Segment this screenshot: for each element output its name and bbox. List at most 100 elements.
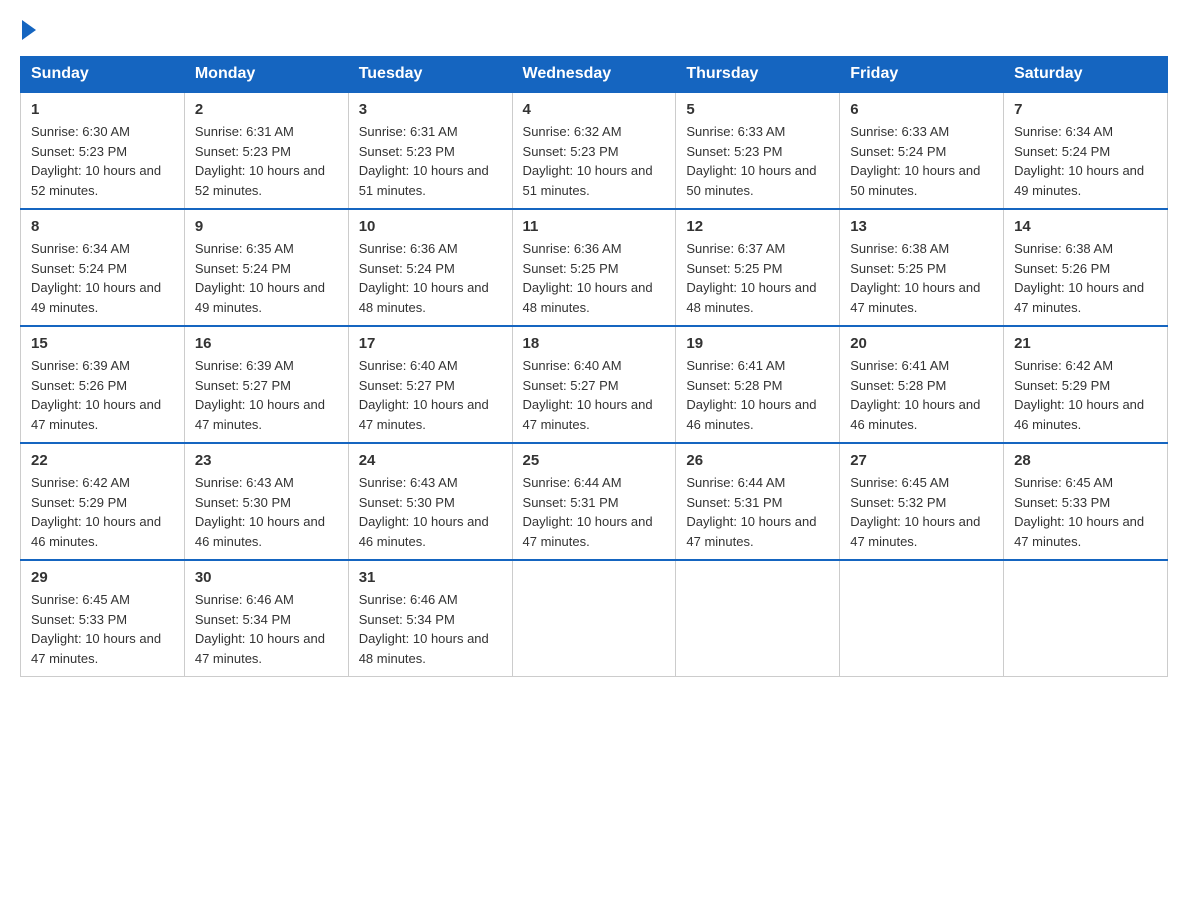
weekday-header-saturday: Saturday bbox=[1004, 57, 1168, 93]
day-number: 14 bbox=[1014, 218, 1157, 235]
day-info: Sunrise: 6:45 AM Sunset: 5:32 PM Dayligh… bbox=[850, 473, 993, 551]
calendar-cell bbox=[676, 560, 840, 677]
calendar-cell bbox=[1004, 560, 1168, 677]
weekday-header-row: SundayMondayTuesdayWednesdayThursdayFrid… bbox=[21, 57, 1168, 93]
calendar-cell bbox=[512, 560, 676, 677]
day-info: Sunrise: 6:43 AM Sunset: 5:30 PM Dayligh… bbox=[195, 473, 338, 551]
day-number: 20 bbox=[850, 335, 993, 352]
day-info: Sunrise: 6:31 AM Sunset: 5:23 PM Dayligh… bbox=[359, 122, 502, 200]
calendar-cell: 29 Sunrise: 6:45 AM Sunset: 5:33 PM Dayl… bbox=[21, 560, 185, 677]
calendar-cell: 2 Sunrise: 6:31 AM Sunset: 5:23 PM Dayli… bbox=[184, 92, 348, 209]
day-info: Sunrise: 6:32 AM Sunset: 5:23 PM Dayligh… bbox=[523, 122, 666, 200]
day-info: Sunrise: 6:44 AM Sunset: 5:31 PM Dayligh… bbox=[523, 473, 666, 551]
day-number: 4 bbox=[523, 101, 666, 118]
day-info: Sunrise: 6:46 AM Sunset: 5:34 PM Dayligh… bbox=[359, 590, 502, 668]
page-header bbox=[20, 20, 1168, 36]
weekday-header-thursday: Thursday bbox=[676, 57, 840, 93]
day-info: Sunrise: 6:36 AM Sunset: 5:25 PM Dayligh… bbox=[523, 239, 666, 317]
day-number: 2 bbox=[195, 101, 338, 118]
day-number: 21 bbox=[1014, 335, 1157, 352]
weekday-header-tuesday: Tuesday bbox=[348, 57, 512, 93]
logo-triangle-icon bbox=[22, 20, 36, 40]
day-info: Sunrise: 6:40 AM Sunset: 5:27 PM Dayligh… bbox=[359, 356, 502, 434]
day-number: 23 bbox=[195, 452, 338, 469]
day-info: Sunrise: 6:38 AM Sunset: 5:26 PM Dayligh… bbox=[1014, 239, 1157, 317]
day-number: 28 bbox=[1014, 452, 1157, 469]
calendar-cell: 23 Sunrise: 6:43 AM Sunset: 5:30 PM Dayl… bbox=[184, 443, 348, 560]
day-info: Sunrise: 6:33 AM Sunset: 5:24 PM Dayligh… bbox=[850, 122, 993, 200]
calendar-cell: 27 Sunrise: 6:45 AM Sunset: 5:32 PM Dayl… bbox=[840, 443, 1004, 560]
day-number: 24 bbox=[359, 452, 502, 469]
calendar-cell: 30 Sunrise: 6:46 AM Sunset: 5:34 PM Dayl… bbox=[184, 560, 348, 677]
day-info: Sunrise: 6:37 AM Sunset: 5:25 PM Dayligh… bbox=[686, 239, 829, 317]
day-info: Sunrise: 6:30 AM Sunset: 5:23 PM Dayligh… bbox=[31, 122, 174, 200]
day-info: Sunrise: 6:34 AM Sunset: 5:24 PM Dayligh… bbox=[1014, 122, 1157, 200]
calendar-cell: 28 Sunrise: 6:45 AM Sunset: 5:33 PM Dayl… bbox=[1004, 443, 1168, 560]
calendar-cell: 18 Sunrise: 6:40 AM Sunset: 5:27 PM Dayl… bbox=[512, 326, 676, 443]
logo bbox=[20, 20, 38, 36]
weekday-header-wednesday: Wednesday bbox=[512, 57, 676, 93]
day-number: 11 bbox=[523, 218, 666, 235]
day-number: 12 bbox=[686, 218, 829, 235]
day-info: Sunrise: 6:43 AM Sunset: 5:30 PM Dayligh… bbox=[359, 473, 502, 551]
day-info: Sunrise: 6:33 AM Sunset: 5:23 PM Dayligh… bbox=[686, 122, 829, 200]
day-number: 5 bbox=[686, 101, 829, 118]
calendar-cell: 5 Sunrise: 6:33 AM Sunset: 5:23 PM Dayli… bbox=[676, 92, 840, 209]
day-info: Sunrise: 6:41 AM Sunset: 5:28 PM Dayligh… bbox=[850, 356, 993, 434]
day-number: 15 bbox=[31, 335, 174, 352]
calendar-table: SundayMondayTuesdayWednesdayThursdayFrid… bbox=[20, 56, 1168, 677]
calendar-week-1: 1 Sunrise: 6:30 AM Sunset: 5:23 PM Dayli… bbox=[21, 92, 1168, 209]
calendar-cell bbox=[840, 560, 1004, 677]
calendar-cell: 14 Sunrise: 6:38 AM Sunset: 5:26 PM Dayl… bbox=[1004, 209, 1168, 326]
calendar-cell: 10 Sunrise: 6:36 AM Sunset: 5:24 PM Dayl… bbox=[348, 209, 512, 326]
day-number: 1 bbox=[31, 101, 174, 118]
calendar-week-3: 15 Sunrise: 6:39 AM Sunset: 5:26 PM Dayl… bbox=[21, 326, 1168, 443]
day-info: Sunrise: 6:45 AM Sunset: 5:33 PM Dayligh… bbox=[31, 590, 174, 668]
calendar-week-5: 29 Sunrise: 6:45 AM Sunset: 5:33 PM Dayl… bbox=[21, 560, 1168, 677]
day-number: 18 bbox=[523, 335, 666, 352]
day-info: Sunrise: 6:35 AM Sunset: 5:24 PM Dayligh… bbox=[195, 239, 338, 317]
day-info: Sunrise: 6:42 AM Sunset: 5:29 PM Dayligh… bbox=[1014, 356, 1157, 434]
calendar-body: 1 Sunrise: 6:30 AM Sunset: 5:23 PM Dayli… bbox=[21, 92, 1168, 677]
day-number: 22 bbox=[31, 452, 174, 469]
day-number: 3 bbox=[359, 101, 502, 118]
day-info: Sunrise: 6:36 AM Sunset: 5:24 PM Dayligh… bbox=[359, 239, 502, 317]
calendar-cell: 20 Sunrise: 6:41 AM Sunset: 5:28 PM Dayl… bbox=[840, 326, 1004, 443]
calendar-cell: 11 Sunrise: 6:36 AM Sunset: 5:25 PM Dayl… bbox=[512, 209, 676, 326]
calendar-cell: 26 Sunrise: 6:44 AM Sunset: 5:31 PM Dayl… bbox=[676, 443, 840, 560]
day-info: Sunrise: 6:41 AM Sunset: 5:28 PM Dayligh… bbox=[686, 356, 829, 434]
day-info: Sunrise: 6:38 AM Sunset: 5:25 PM Dayligh… bbox=[850, 239, 993, 317]
weekday-header-monday: Monday bbox=[184, 57, 348, 93]
day-number: 9 bbox=[195, 218, 338, 235]
day-number: 7 bbox=[1014, 101, 1157, 118]
weekday-header-sunday: Sunday bbox=[21, 57, 185, 93]
calendar-cell: 6 Sunrise: 6:33 AM Sunset: 5:24 PM Dayli… bbox=[840, 92, 1004, 209]
calendar-cell: 9 Sunrise: 6:35 AM Sunset: 5:24 PM Dayli… bbox=[184, 209, 348, 326]
calendar-week-4: 22 Sunrise: 6:42 AM Sunset: 5:29 PM Dayl… bbox=[21, 443, 1168, 560]
day-info: Sunrise: 6:34 AM Sunset: 5:24 PM Dayligh… bbox=[31, 239, 174, 317]
calendar-cell: 1 Sunrise: 6:30 AM Sunset: 5:23 PM Dayli… bbox=[21, 92, 185, 209]
calendar-cell: 12 Sunrise: 6:37 AM Sunset: 5:25 PM Dayl… bbox=[676, 209, 840, 326]
day-number: 8 bbox=[31, 218, 174, 235]
day-number: 27 bbox=[850, 452, 993, 469]
calendar-cell: 31 Sunrise: 6:46 AM Sunset: 5:34 PM Dayl… bbox=[348, 560, 512, 677]
calendar-cell: 21 Sunrise: 6:42 AM Sunset: 5:29 PM Dayl… bbox=[1004, 326, 1168, 443]
calendar-cell: 7 Sunrise: 6:34 AM Sunset: 5:24 PM Dayli… bbox=[1004, 92, 1168, 209]
calendar-cell: 19 Sunrise: 6:41 AM Sunset: 5:28 PM Dayl… bbox=[676, 326, 840, 443]
day-number: 16 bbox=[195, 335, 338, 352]
calendar-cell: 17 Sunrise: 6:40 AM Sunset: 5:27 PM Dayl… bbox=[348, 326, 512, 443]
day-number: 31 bbox=[359, 569, 502, 586]
calendar-cell: 13 Sunrise: 6:38 AM Sunset: 5:25 PM Dayl… bbox=[840, 209, 1004, 326]
day-info: Sunrise: 6:39 AM Sunset: 5:27 PM Dayligh… bbox=[195, 356, 338, 434]
day-number: 26 bbox=[686, 452, 829, 469]
day-info: Sunrise: 6:39 AM Sunset: 5:26 PM Dayligh… bbox=[31, 356, 174, 434]
calendar-cell: 4 Sunrise: 6:32 AM Sunset: 5:23 PM Dayli… bbox=[512, 92, 676, 209]
day-number: 6 bbox=[850, 101, 993, 118]
day-number: 10 bbox=[359, 218, 502, 235]
day-number: 29 bbox=[31, 569, 174, 586]
day-info: Sunrise: 6:46 AM Sunset: 5:34 PM Dayligh… bbox=[195, 590, 338, 668]
day-number: 30 bbox=[195, 569, 338, 586]
day-info: Sunrise: 6:45 AM Sunset: 5:33 PM Dayligh… bbox=[1014, 473, 1157, 551]
weekday-header-friday: Friday bbox=[840, 57, 1004, 93]
day-info: Sunrise: 6:44 AM Sunset: 5:31 PM Dayligh… bbox=[686, 473, 829, 551]
